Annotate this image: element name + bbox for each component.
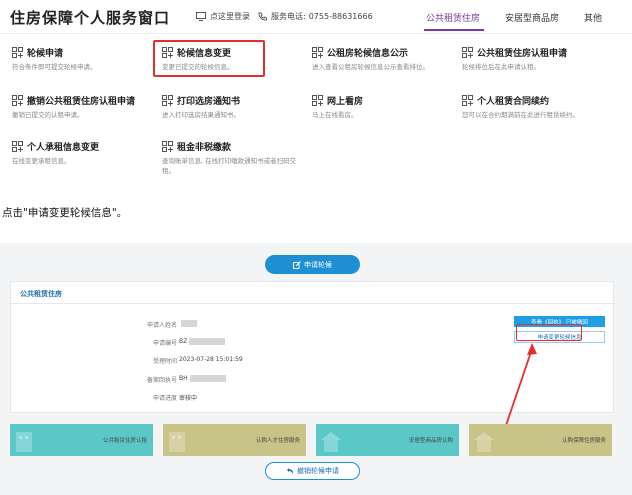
service-desc: 进入打印选房结果通知书。 <box>162 111 240 119</box>
category-tile[interactable]: 安居型商品房认购 <box>316 424 459 456</box>
field-row: 受理时间 2023-07-28 15:01:59 <box>11 356 391 366</box>
service-desc: 马上在线看房。 <box>312 111 358 119</box>
application-card: 公共租赁住房 申请人姓名 申请编号 BZ 受理时间 2023-07-28 15:… <box>10 281 615 413</box>
login-link[interactable]: 点这里登录 <box>196 11 250 22</box>
grid-plus-icon <box>312 94 323 106</box>
field-value: 2023-07-28 15:01:59 <box>179 356 243 363</box>
login-label: 点这里登录 <box>210 12 250 21</box>
grid-plus-icon <box>12 46 23 58</box>
phone-icon <box>258 12 267 21</box>
top-header: 住房保障个人服务窗口 点这里登录 服务电话: 0755-88631666 公共租… <box>0 0 632 34</box>
card-divider <box>11 303 615 304</box>
service-title: 公共租赁住房认租申请 <box>477 48 568 59</box>
service-title: 轮候申请 <box>27 48 64 59</box>
category-tile[interactable]: 认购人才住房服务 <box>163 424 306 456</box>
edit-icon <box>293 260 301 269</box>
service-rental-application[interactable]: 公共租赁住房认租申请 轮候排位后在此申请认租。 <box>462 46 612 72</box>
monitor-icon <box>196 12 206 21</box>
grid-plus-icon <box>162 94 173 106</box>
tile-label: 公共租赁住房认租 <box>102 438 147 444</box>
grid-plus-icon <box>12 140 23 152</box>
field-value <box>179 320 197 327</box>
service-desc: 您可以在合约期满前在此进行租赁续约。 <box>462 111 579 119</box>
service-title: 网上看房 <box>327 96 364 107</box>
building-icon <box>169 432 185 452</box>
redacted-block <box>189 375 226 382</box>
service-contract-renewal[interactable]: 个人租赁合同续约 您可以在合约期满前在此进行租赁续约。 <box>462 94 612 120</box>
field-value: 审核中 <box>179 395 198 402</box>
field-value: BH <box>179 375 226 382</box>
service-desc: 撤销已提交的认租申请。 <box>12 111 84 119</box>
cancel-queue-button[interactable]: 撤销轮候申请 <box>265 462 360 480</box>
service-title: 撤销公共租赁住房认租申请 <box>27 96 136 107</box>
service-rent-payment[interactable]: 租金非税缴款 查询账单信息, 在线打印缴款通知书或者扫码交租。 <box>162 140 312 176</box>
apply-queue-label: 申请轮候 <box>304 260 332 269</box>
tile-label: 安居型商品房认购 <box>408 438 453 444</box>
service-desc: 符合条件即可提交轮候申请。 <box>12 63 97 71</box>
field-label: 受理时间 <box>152 358 177 365</box>
card-title: 公共租赁住房 <box>20 290 62 298</box>
grid-plus-icon <box>162 140 173 152</box>
field-row: 申请编号 BZ <box>11 338 391 348</box>
phone-number: 0755-88631666 <box>308 12 373 21</box>
site-title: 住房保障个人服务窗口 <box>10 9 171 27</box>
service-title: 个人承租信息变更 <box>27 142 100 153</box>
instruction-text: 点击"申请变更轮候信息"。 <box>2 207 128 219</box>
service-tenancy-info-change[interactable]: 个人承租信息变更 在线变更承租信息。 <box>12 140 162 166</box>
tab-public-rental[interactable]: 公共租赁住房 <box>426 11 480 24</box>
cancel-queue-label: 撤销轮候申请 <box>297 467 339 475</box>
house-icon <box>474 432 494 452</box>
redacted-block <box>189 338 226 345</box>
service-desc: 轮候排位后在此申请认租。 <box>462 63 540 71</box>
service-print-notice[interactable]: 打印选房通知书 进入打印选房结果通知书。 <box>162 94 312 120</box>
redacted-block <box>181 320 197 327</box>
service-desc: 查询账单信息, 在线打印缴款通知书或者扫码交租。 <box>162 157 297 175</box>
service-title: 个人租赁合同续约 <box>477 96 550 107</box>
grid-plus-icon <box>312 46 323 58</box>
service-title: 打印选房通知书 <box>177 96 241 107</box>
field-label: 申请进度 <box>152 395 177 402</box>
tile-label: 认购人才住房服务 <box>255 438 300 444</box>
tile-label: 认购保障住房服务 <box>561 438 606 444</box>
grid-plus-icon <box>462 46 473 58</box>
tab-other[interactable]: 其他 <box>584 11 602 24</box>
field-label: 申请编号 <box>152 340 177 347</box>
service-queue-public-notice[interactable]: 公租房轮候信息公示 进入查看公租房轮候信息公示查看排位。 <box>312 46 462 72</box>
house-icon <box>321 432 341 452</box>
service-title: 租金非税缴款 <box>177 142 232 153</box>
building-icon <box>16 432 32 452</box>
category-tile[interactable]: 公共租赁住房认租 <box>10 424 153 456</box>
field-label: 备案回执号 <box>146 377 177 384</box>
grid-plus-icon <box>12 94 23 106</box>
field-row: 申请进度 审核中 <box>11 393 391 403</box>
service-phone: 服务电话: 0755-88631666 <box>258 11 373 22</box>
field-label: 申请人姓名 <box>146 322 177 329</box>
grid-plus-icon <box>462 94 473 106</box>
apply-queue-button[interactable]: 申请轮候 <box>265 255 360 274</box>
service-desc: 进入查看公租房轮候信息公示查看排位。 <box>312 63 429 71</box>
field-row: 备案回执号 BH <box>11 375 391 385</box>
service-title: 公租房轮候信息公示 <box>327 48 409 59</box>
service-desc: 在线变更承租信息。 <box>12 157 71 165</box>
active-tab-underline <box>424 29 484 31</box>
undo-icon <box>287 468 294 474</box>
category-tile[interactable]: 认购保障住房服务 <box>469 424 612 456</box>
tab-affordable-housing[interactable]: 安居型商品房 <box>505 11 559 24</box>
highlight-box-change-button <box>516 324 582 341</box>
field-row: 申请人姓名 <box>11 320 391 330</box>
service-online-viewing[interactable]: 网上看房 马上在线看房。 <box>312 94 462 120</box>
service-cancel-rental-application[interactable]: 撤销公共租赁住房认租申请 撤销已提交的认租申请。 <box>12 94 162 120</box>
highlight-box-queue-info-change <box>153 40 265 77</box>
service-queue-application[interactable]: 轮候申请 符合条件即可提交轮候申请。 <box>12 46 162 72</box>
field-value: BZ <box>179 338 226 345</box>
phone-label: 服务电话: <box>271 12 306 21</box>
